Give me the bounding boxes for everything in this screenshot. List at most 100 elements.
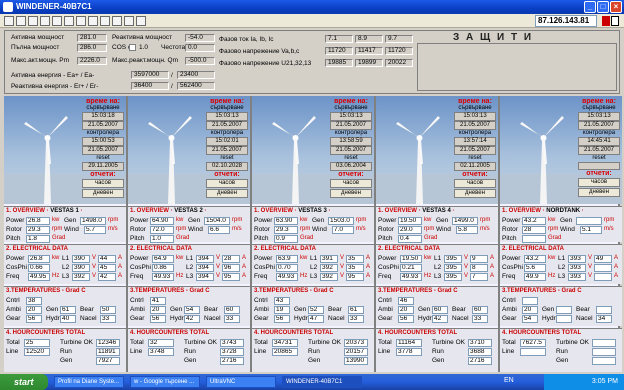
ambi-value: 20 [150,306,166,314]
cntrl-value: 38 [26,297,42,305]
freq-label: Freq [130,273,144,280]
l2-voltage: 392 [320,264,338,272]
pitch-label: Pitch [130,235,145,242]
a-unit-2: A [490,264,495,270]
turbine-ok-label: Turbine OK [556,339,589,346]
electrical-section: 2. ELECTRICAL DATA Power 63.9 kw L1 391 V 35 A Co… [252,244,374,284]
hourly-report-button[interactable]: часов [578,178,620,187]
ambi-label: Ambi [502,306,517,313]
a-unit-2: A [614,264,619,270]
chat-icon[interactable] [88,16,98,26]
gen-hours-label: Gen [432,357,445,364]
er-plus-value: 36400 [131,82,169,90]
fullscreen-icon[interactable] [4,16,14,26]
hydr-label: Hydr [542,315,556,322]
hourly-report-button[interactable]: часов [330,179,372,188]
rotor-value: 29.3 [274,226,298,234]
l1-voltage: 391 [320,255,338,263]
daily-report-button[interactable]: дневен [330,189,372,198]
e-power-label: Power [378,255,397,262]
start-button[interactable]: start [0,374,48,390]
hourly-report-button[interactable]: часов [82,179,124,188]
l3-label: L3 [62,273,70,280]
cos-checkbox[interactable] [129,44,136,51]
temperatures-heading: 3.TEMPERATURES - Grad C [502,288,582,294]
total-label: Total [130,339,144,346]
overview-heading: 1. OVERVIEW · VESTAS 4 · [378,208,455,214]
daily-report-button[interactable]: дневен [206,189,248,198]
hourcounters-heading: 4. HOURCOUNTERS TOTAL [378,330,458,336]
overview-heading: 1. OVERVIEW · VESTAS 3 · [254,208,331,214]
l1-voltage: 395 [444,255,462,263]
taskbar-item-4[interactable]: WINDENER-40B7C1 [282,376,362,388]
overview-heading: 1. OVERVIEW · VESTAS 2 · [130,208,207,214]
pitch-label: Pitch [502,235,517,242]
l1-voltage: 390 [72,255,90,263]
server-date: 21.05.2007 [330,121,372,130]
pitch-value: 0.9 [274,235,298,243]
freq-value: 49.9 [524,273,546,281]
taskbar-item-3[interactable]: UltraVNC [206,376,276,388]
connection-info-icon[interactable] [64,16,74,26]
reset-date: 03.06.2004 [330,162,372,171]
a-unit-1: A [366,255,371,261]
turbine-ok-value: 20373 [344,339,368,347]
hz-unit: Hz [52,273,60,279]
view-only-icon[interactable] [124,16,134,26]
cosphi-label: CosPhi [6,264,27,271]
daily-report-button[interactable]: дневен [82,189,124,198]
options-icon[interactable] [52,16,62,26]
power-parameters-panel: Активна мощност 281.0 Пълна мощност 286.… [4,30,620,94]
close-connection-icon[interactable] [611,16,619,26]
v-unit-1: V [588,255,593,261]
cosphi-value: 0.70 [276,264,298,272]
close-button[interactable]: × [610,1,622,13]
hourly-report-button[interactable]: часов [454,179,496,188]
rpm-unit: rpm [356,217,367,223]
turbine-column-1: време на: сървърване 15:03:18 21.05.2007 кон… [4,96,128,372]
l3-current: 7 [470,273,488,281]
wind-label: Wind [64,226,79,233]
freq-label: Freq [6,273,20,280]
a-unit-3: A [614,273,619,279]
bear-value: 60 [224,306,240,314]
turbine-column-4: време на: сървърване 15:03:13 21.05.2007 кон… [376,96,500,372]
freq-value: 49.93 [152,273,174,281]
start-menu-icon[interactable] [28,16,38,26]
electrical-section: 2. ELECTRICAL DATA Power 19.50 kw L1 395 V 9 A Co… [376,244,498,284]
daily-report-button[interactable]: дневен [454,189,496,198]
file-transfer-icon[interactable] [76,16,86,26]
taskbar-item-2[interactable]: w - Google търсене ... [130,376,200,388]
refresh-icon[interactable] [40,16,50,26]
ctrl-alt-del-icon[interactable] [16,16,26,26]
active-energy-label: Активна енергия - Ea+ / Ea- [11,72,95,79]
window-title: WINDENER-40B7C1 [16,2,92,11]
line-value: 12520 [24,348,50,356]
gear-label: Gear [254,315,269,322]
gen-temp-value: 61 [60,306,76,314]
disconnect-icon[interactable] [136,16,146,26]
bear-label: Bear [576,306,590,313]
v-unit-2: V [216,264,221,270]
l3-current: 42 [98,273,116,281]
v-unit-3: V [464,273,469,279]
total-value: 32 [148,339,174,347]
minimize-button[interactable]: _ [584,1,596,13]
taskbar-item-1[interactable]: Profil na Diane Syste... [54,376,124,388]
power-value: 63.90 [274,217,298,225]
overview-heading: 1. OVERVIEW · NORDTANK · [502,208,584,214]
scale-icon[interactable] [112,16,122,26]
freq-value: 49.95 [28,273,50,281]
hourly-report-button[interactable]: часов [206,179,248,188]
total-label: Total [502,339,516,346]
l1-label: L1 [62,255,70,262]
l2-voltage: 390 [72,264,90,272]
screenshot-icon[interactable] [100,16,110,26]
va-value: 11720 [325,47,353,55]
hourcounters-section: 4. HOURCOUNTERS TOTAL Total 34731 Turbine O… [252,328,374,372]
daily-report-button[interactable]: дневен [578,188,620,197]
language-indicator[interactable]: EN [504,377,514,384]
maximize-button[interactable]: □ [597,1,609,13]
e-power-value: 43.2 [524,255,546,263]
reactive-power-label: Реактивна мощност [112,34,173,41]
